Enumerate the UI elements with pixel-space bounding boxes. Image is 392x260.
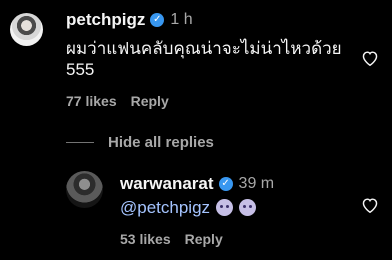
reply-actions: 53 likes Reply — [120, 231, 223, 247]
reply-time: 39 m — [238, 175, 275, 192]
avatar-petchpigz[interactable] — [10, 13, 43, 46]
smiling-ghost-emoji-icon — [216, 199, 234, 216]
reply-text: @petchpigz — [120, 197, 257, 218]
comment-username[interactable]: petchpigz — [66, 10, 145, 30]
verified-badge-icon: ✓ — [218, 177, 233, 191]
comment-time: 1 h — [170, 11, 193, 28]
like-heart-icon[interactable] — [361, 50, 379, 66]
reply-mention[interactable]: @petchpigz — [120, 198, 210, 217]
reply-reply-button[interactable]: Reply — [185, 231, 223, 247]
reply-header: warwanarat ✓ 39 m — [120, 174, 274, 194]
comment-text: ผมว่าแฟนคลับคุณน่าจะไม่น่าไหวด้วย 555 — [66, 38, 342, 80]
comment-likes[interactable]: 77 likes — [66, 93, 117, 109]
smiling-ghost-emoji-icon — [239, 199, 257, 216]
divider-line — [66, 142, 94, 143]
avatar-warwanarat[interactable] — [66, 171, 103, 208]
hide-replies-toggle[interactable]: Hide all replies — [66, 134, 214, 151]
comment-header: petchpigz ✓ 1 h — [66, 10, 193, 30]
reply-username[interactable]: warwanarat — [120, 174, 214, 194]
comment-reply-button[interactable]: Reply — [131, 93, 169, 109]
comment-text-line2: 555 — [66, 60, 95, 79]
reply-likes[interactable]: 53 likes — [120, 231, 171, 247]
comment-text-line1: ผมว่าแฟนคลับคุณน่าจะไม่น่าไหวด้วย — [66, 39, 342, 58]
reply-like-heart-icon[interactable] — [361, 197, 379, 213]
verified-badge-icon: ✓ — [150, 13, 165, 27]
comment-actions: 77 likes Reply — [66, 93, 169, 109]
hide-replies-label[interactable]: Hide all replies — [108, 134, 214, 151]
